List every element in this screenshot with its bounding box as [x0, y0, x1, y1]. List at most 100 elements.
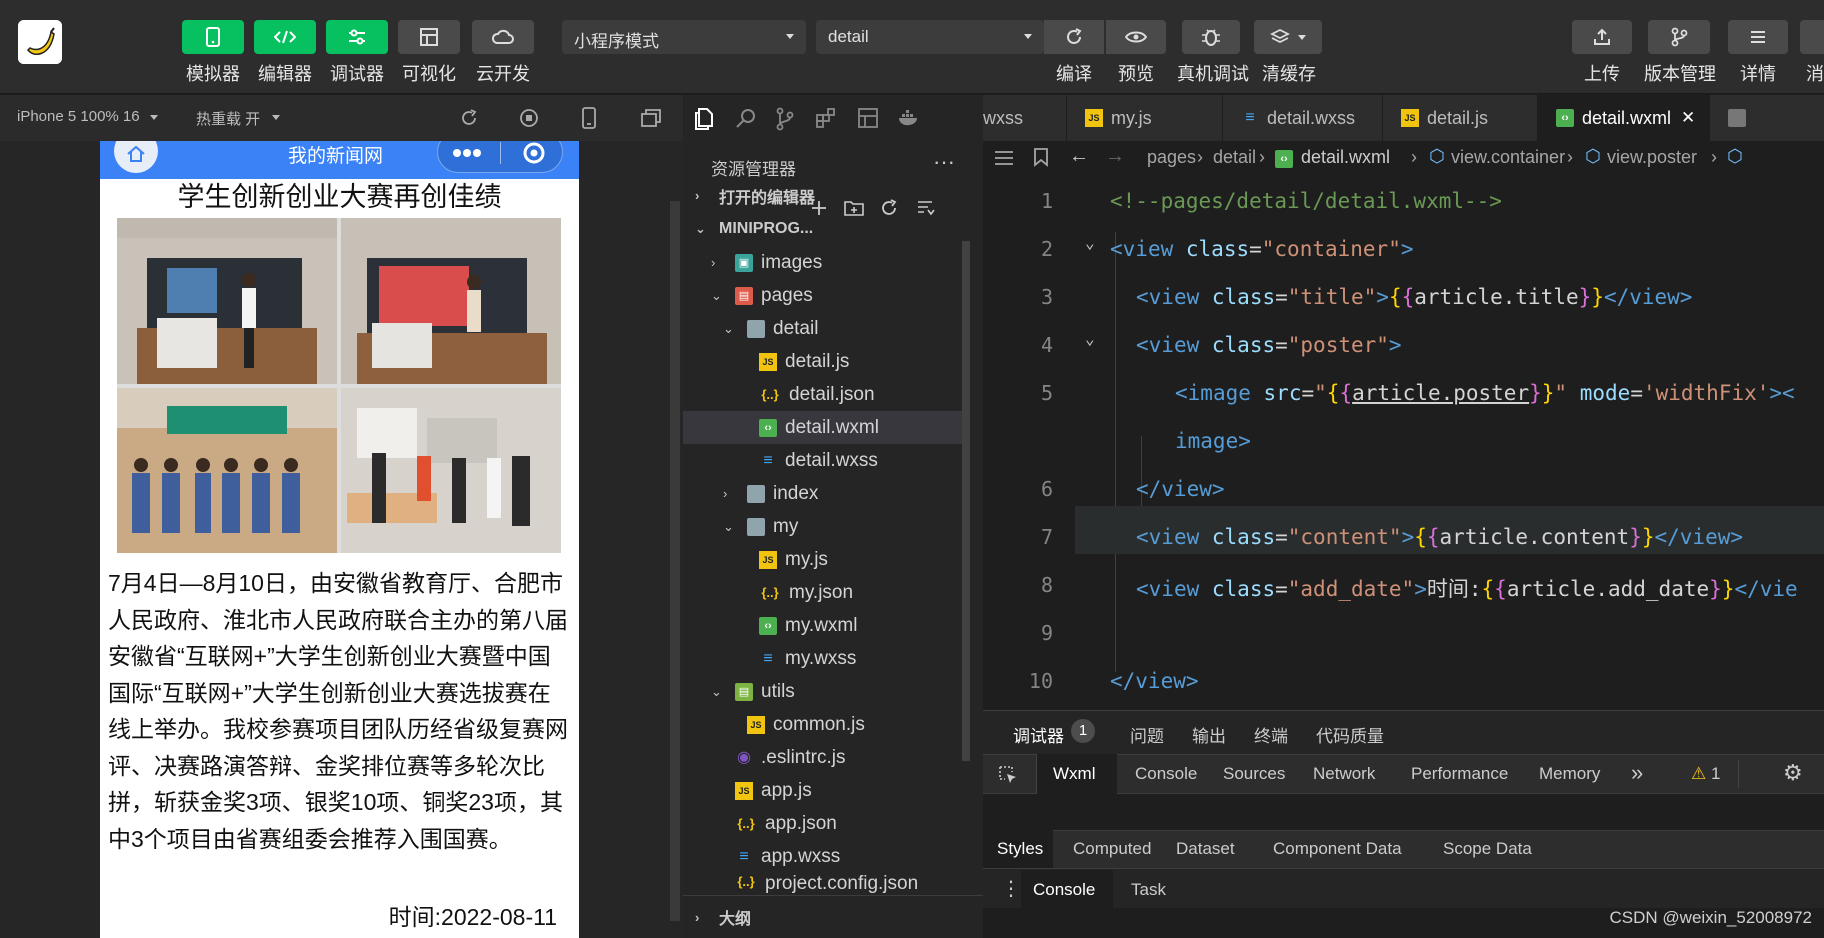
- drawer-menu-icon[interactable]: ⋮: [1001, 876, 1021, 901]
- list-icon[interactable]: [993, 149, 1015, 167]
- breadcrumb-item[interactable]: detail: [1213, 147, 1256, 168]
- fold-chevron-icon[interactable]: ⌄: [1085, 233, 1095, 252]
- tree-file-my-js[interactable]: JS my.js: [683, 543, 962, 576]
- outline-section[interactable]: › 大纲: [683, 895, 983, 938]
- source-control-icon[interactable]: [775, 107, 795, 131]
- hot-reload-toggle[interactable]: 热重载 开: [196, 108, 260, 129]
- breadcrumb-item[interactable]: detail.wxml: [1301, 147, 1390, 168]
- collapse-all-icon[interactable]: [915, 198, 935, 218]
- drawer-tab-task[interactable]: Task: [1131, 880, 1166, 900]
- explorer-more-button[interactable]: ···: [933, 149, 955, 175]
- remote-debug-button[interactable]: [1182, 20, 1240, 54]
- settings-gear-icon[interactable]: ⚙: [1783, 760, 1803, 786]
- tab-debugger[interactable]: 调试器: [1013, 722, 1064, 747]
- tree-folder-detail[interactable]: ⌄ detail: [683, 312, 962, 345]
- tab-problems[interactable]: 问题: [1130, 722, 1164, 747]
- search-icon[interactable]: [735, 107, 757, 129]
- tree-file-my-wxml[interactable]: ‹› my.wxml: [683, 609, 962, 642]
- message-button[interactable]: [1800, 20, 1824, 54]
- device-icon[interactable]: [581, 107, 597, 129]
- clear-cache-button[interactable]: [1254, 20, 1322, 54]
- tab-overflow[interactable]: [1710, 95, 1824, 141]
- warning-count[interactable]: 1: [1711, 764, 1720, 784]
- tab-detail-js[interactable]: JS detail.js: [1383, 95, 1538, 141]
- upload-button[interactable]: [1572, 20, 1632, 54]
- drawer-tab-console[interactable]: Console: [1021, 870, 1113, 908]
- breadcrumb-item[interactable]: view.container: [1451, 147, 1565, 168]
- style-tab-dataset[interactable]: Dataset: [1176, 839, 1235, 859]
- tab-output[interactable]: 输出: [1192, 722, 1226, 747]
- tab-detail-wxml[interactable]: ‹› detail.wxml ✕: [1538, 95, 1710, 141]
- detach-window-icon[interactable]: [640, 108, 662, 128]
- mode-select[interactable]: 小程序模式: [562, 20, 806, 54]
- tab-terminal[interactable]: 终端: [1254, 722, 1288, 747]
- layout-panel-icon[interactable]: [857, 107, 879, 129]
- tree-file-common-js[interactable]: JS common.js: [683, 708, 962, 741]
- files-icon[interactable]: [693, 107, 715, 131]
- tree-file-eslintrc[interactable]: ◉ .eslintrc.js: [683, 741, 962, 774]
- devtools-tab-console[interactable]: Console: [1135, 764, 1197, 784]
- stop-icon[interactable]: [519, 108, 539, 128]
- more-dots-icon[interactable]: [452, 148, 482, 158]
- style-tab-computed[interactable]: Computed: [1073, 839, 1151, 859]
- tab-code-quality[interactable]: 代码质量: [1316, 722, 1384, 747]
- style-tab-styles[interactable]: Styles: [983, 830, 1053, 868]
- tree-file-my-wxss[interactable]: ≡ my.wxss: [683, 642, 962, 675]
- new-file-icon[interactable]: [809, 198, 829, 218]
- devtools-tab-memory[interactable]: Memory: [1539, 764, 1600, 784]
- compile-mode-select[interactable]: detail: [816, 20, 1044, 54]
- details-button[interactable]: [1728, 20, 1788, 54]
- editor-toggle-button[interactable]: [254, 20, 316, 54]
- devtools-tab-wxml[interactable]: Wxml: [1037, 754, 1117, 794]
- debugger-toggle-button[interactable]: [326, 20, 388, 54]
- project-section[interactable]: ⌄ MINIPROG...: [683, 212, 983, 245]
- tab-wxss[interactable]: wxss: [983, 95, 1067, 141]
- devtools-tab-performance[interactable]: Performance: [1411, 764, 1508, 784]
- tree-folder-my[interactable]: ⌄ my: [683, 510, 962, 543]
- devtools-tab-network[interactable]: Network: [1313, 764, 1375, 784]
- tree-folder-images[interactable]: › ▣ images: [683, 246, 962, 279]
- breadcrumb-item[interactable]: pages: [1147, 147, 1196, 168]
- open-editors-section[interactable]: › 打开的编辑器: [683, 179, 983, 212]
- rotate-icon[interactable]: [459, 108, 479, 128]
- extensions-icon[interactable]: [815, 107, 837, 129]
- forward-arrow-icon[interactable]: →: [1105, 145, 1125, 168]
- bookmark-icon[interactable]: [1033, 147, 1049, 167]
- style-tab-component-data[interactable]: Component Data: [1273, 839, 1402, 859]
- visual-toggle-button[interactable]: [398, 20, 460, 54]
- style-tab-scope-data[interactable]: Scope Data: [1443, 839, 1532, 859]
- tree-folder-utils[interactable]: ⌄ ▤ utils: [683, 675, 962, 708]
- new-folder-icon[interactable]: [843, 198, 865, 218]
- tree-file-detail-json[interactable]: {..} detail.json: [683, 378, 962, 411]
- close-icon[interactable]: ✕: [1681, 108, 1695, 128]
- docker-icon[interactable]: [897, 109, 921, 127]
- compile-button[interactable]: [1044, 20, 1104, 54]
- explorer-scrollbar[interactable]: [962, 241, 970, 761]
- capsule-menu[interactable]: [437, 141, 563, 173]
- device-select[interactable]: iPhone 5 100% 16: [17, 108, 140, 125]
- tree-file-my-json[interactable]: {..} my.json: [683, 576, 962, 609]
- tab-detail-wxss[interactable]: ≡ detail.wxss: [1223, 95, 1383, 141]
- tree-file-app-wxss[interactable]: ≡ app.wxss: [683, 840, 962, 873]
- devtools-tab-sources[interactable]: Sources: [1223, 764, 1285, 784]
- tab-my-js[interactable]: JS my.js: [1067, 95, 1223, 141]
- simulator-scrollbar[interactable]: [670, 201, 680, 921]
- breadcrumb-item[interactable]: view.poster: [1607, 147, 1697, 168]
- more-tabs-button[interactable]: »: [1631, 760, 1643, 786]
- tree-file-project-config[interactable]: {..} project.config.json: [683, 873, 962, 895]
- preview-button[interactable]: [1106, 20, 1166, 54]
- tree-file-app-js[interactable]: JS app.js: [683, 774, 962, 807]
- close-mini-program-icon[interactable]: [522, 141, 546, 165]
- tree-file-detail-wxss[interactable]: ≡ detail.wxss: [683, 444, 962, 477]
- version-button[interactable]: [1648, 20, 1710, 54]
- tree-folder-index[interactable]: › index: [683, 477, 962, 510]
- fold-chevron-icon[interactable]: ⌄: [1085, 329, 1095, 348]
- home-button[interactable]: [114, 141, 158, 173]
- refresh-explorer-icon[interactable]: [879, 198, 899, 218]
- simulator-toggle-button[interactable]: [182, 20, 244, 54]
- tree-file-app-json[interactable]: {..} app.json: [683, 807, 962, 840]
- back-arrow-icon[interactable]: ←: [1069, 145, 1089, 168]
- tree-file-detail-js[interactable]: JS detail.js: [683, 345, 962, 378]
- tree-file-detail-wxml[interactable]: ‹› detail.wxml: [683, 411, 962, 444]
- cloud-dev-button[interactable]: [472, 20, 534, 54]
